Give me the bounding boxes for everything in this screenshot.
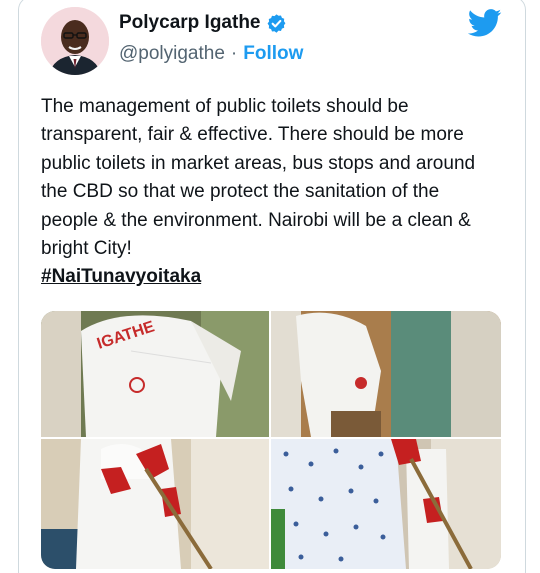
photo-patterned-shirt[interactable] [271,439,501,569]
author-handle[interactable]: @polyigathe [119,43,225,65]
tweet-card: Polycarp Igathe @polyigathe · Follow The… [18,0,526,573]
tweet-text: The management of public toilets should … [41,96,476,260]
author-name-row: Polycarp Igathe [119,12,287,34]
author-avatar[interactable] [41,7,109,75]
tweet-body: The management of public toilets should … [41,93,481,292]
author-handle-row: @polyigathe · Follow [119,43,303,65]
photo-cleaning-stall[interactable] [271,311,501,437]
photo-red-gloves-scrubbing[interactable] [41,439,269,569]
follow-button[interactable]: Follow [243,43,303,65]
media-grid: IGATHE [41,311,501,569]
hashtag-link[interactable]: #NaiTunavyoitaka [41,263,481,291]
author-display-name[interactable]: Polycarp Igathe [119,12,261,34]
photo-coat-back[interactable]: IGATHE [41,311,269,437]
separator-dot: · [230,43,238,64]
verified-badge-icon [266,13,287,34]
avatar-photo [41,7,109,75]
twitter-bird-icon[interactable] [468,9,502,37]
